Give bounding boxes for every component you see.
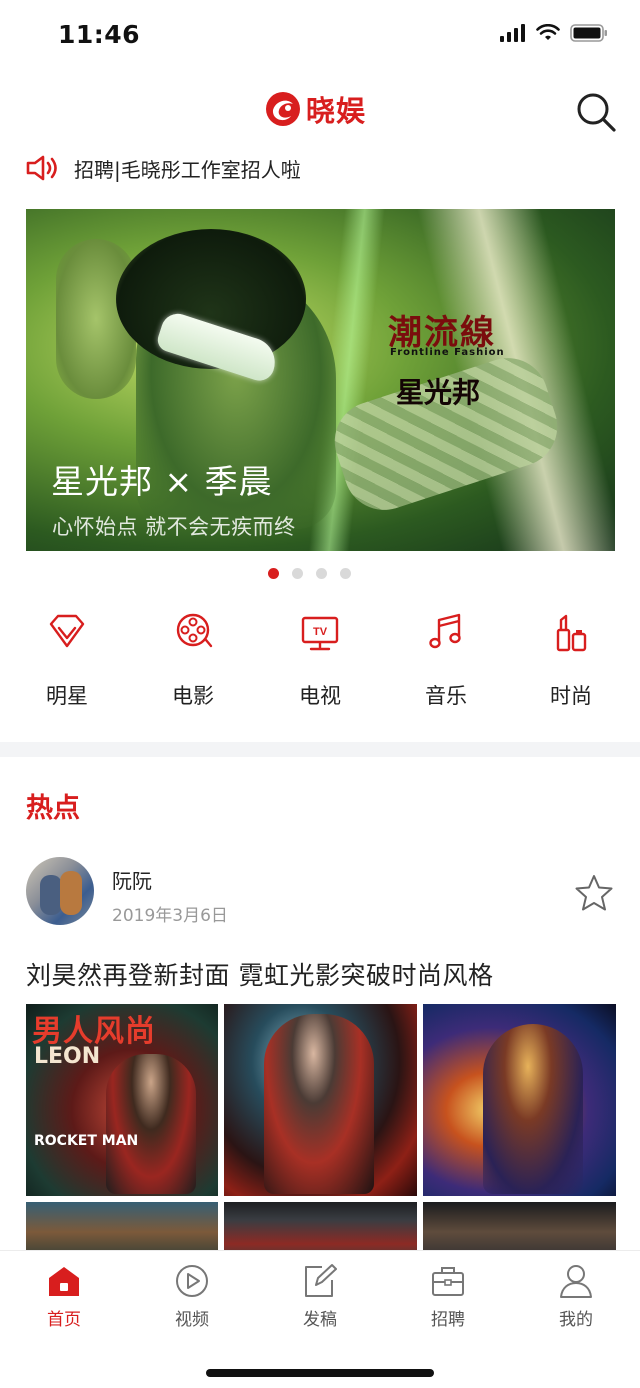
tab-label: 首页 [47,1310,81,1330]
image-figure [483,1024,583,1194]
notice-text: 招聘|毛晓彤工作室招人啦 [74,157,301,182]
signal-icon [500,24,525,42]
lipstick-icon [556,614,587,652]
section-divider [0,742,640,757]
banner-caption-title: 星光邦 × 季晨 [51,462,273,501]
logo-icon [266,92,300,126]
post-image[interactable]: 男人风尚 LEON ROCKET MAN [26,1004,218,1196]
category-label: 时尚 [550,684,592,708]
category-tv[interactable]: TV 电视 [270,612,370,722]
speaker-icon [26,155,57,181]
briefcase-icon [432,1267,464,1296]
pagination-dot[interactable] [268,568,279,579]
app-header: 晓娱 [0,72,640,152]
search-button[interactable] [572,88,620,136]
tab-label: 视频 [175,1310,209,1330]
diamond-icon [49,614,85,648]
app-logo: 晓娱 [264,88,366,130]
section-title: 热点 [26,793,80,824]
tab-video[interactable]: 视频 [142,1263,242,1331]
tab-post[interactable]: 发稿 [270,1263,370,1331]
tab-label: 发稿 [303,1310,337,1330]
banner-magazine-subtitle: Frontline Fashion [390,347,505,358]
post-image[interactable] [423,1004,616,1196]
category-label: 电影 [172,684,214,708]
tab-home[interactable]: 首页 [14,1263,114,1331]
tab-jobs[interactable]: 招聘 [398,1263,498,1331]
svg-text:TV: TV [313,626,328,638]
banner-caption-subtitle: 心怀始点 就不会无疾而终 [52,515,296,539]
post-title[interactable]: 刘昊然再登新封面 霓虹光影突破时尚风格 [26,956,493,992]
image-figure [106,1054,196,1194]
category-label: 明星 [46,684,88,708]
tab-me[interactable]: 我的 [526,1263,626,1331]
category-label: 电视 [299,684,341,708]
notice-bar[interactable]: 招聘|毛晓彤工作室招人啦 [26,150,616,186]
post-date: 2019年3月6日 [112,906,228,926]
music-note-icon [429,613,461,649]
star-icon [575,875,613,911]
cover-brand: LEON [34,1044,101,1069]
home-indicator[interactable] [206,1369,434,1377]
status-time: 11:46 [58,20,141,49]
home-icon [49,1267,79,1296]
status-icons [500,24,608,42]
status-bar: 11:46 [0,0,640,72]
post-header: 阮阮 2019年3月6日 [26,857,616,927]
user-icon [560,1265,592,1298]
banner-pagination [268,568,351,579]
category-movies[interactable]: 电影 [143,612,243,722]
edit-icon [305,1264,337,1297]
post-author[interactable]: 阮阮 [112,865,152,894]
avatar-figure [60,871,82,915]
play-icon [176,1265,208,1297]
image-figure [264,1014,374,1194]
cover-headline: ROCKET MAN [34,1133,139,1149]
favorite-button[interactable] [574,873,614,913]
avatar-figure [40,875,62,915]
pagination-dot[interactable] [316,568,327,579]
pagination-dot[interactable] [340,568,351,579]
search-icon [577,93,616,132]
banner-carousel[interactable]: 潮流線 Frontline Fashion 星光邦 星光邦 × 季晨 心怀始点 … [26,209,615,551]
tv-icon: TV [301,616,339,651]
category-music[interactable]: 音乐 [396,612,496,722]
banner-magazine-brand: 星光邦 [396,376,481,409]
category-stars[interactable]: 明星 [17,612,117,722]
battery-icon [570,24,607,42]
post-image[interactable] [224,1004,417,1196]
category-label: 音乐 [425,684,467,708]
category-fashion[interactable]: 时尚 [521,612,621,722]
tab-label: 招聘 [431,1310,465,1330]
pagination-dot[interactable] [292,568,303,579]
wifi-icon [536,24,560,40]
avatar[interactable] [26,857,94,925]
tab-bar: 首页 视频 发稿 招聘 我的 [0,1250,640,1388]
film-reel-icon [176,613,213,648]
tab-label: 我的 [559,1310,593,1330]
logo-text: 晓娱 [306,94,367,128]
category-nav: 明星 电影 TV 电视 音乐 时尚 [0,612,640,722]
